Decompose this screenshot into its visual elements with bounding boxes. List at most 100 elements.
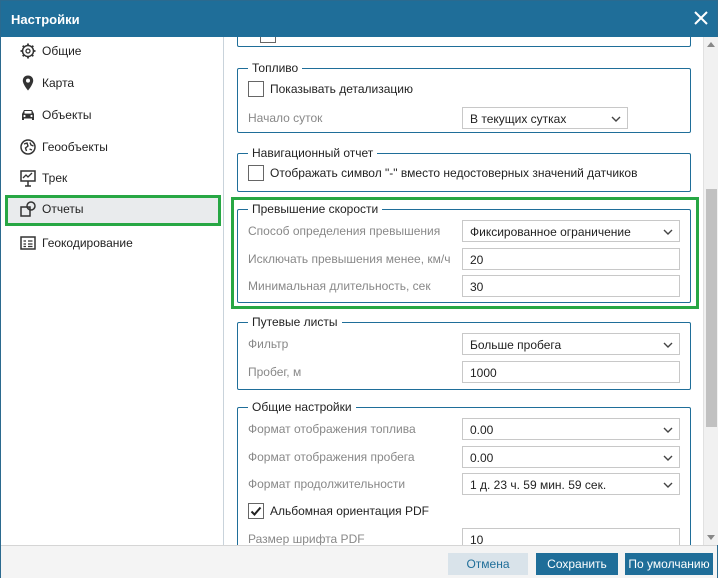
group-fuel: Топливо Показывать детализацию Начало су… — [237, 61, 691, 133]
mileage-input[interactable]: 1000 — [462, 361, 680, 383]
group-navigation-report: Навигационный отчет Отображать символ "-… — [237, 146, 691, 192]
cancel-button[interactable]: Отмена — [448, 553, 528, 575]
sidebar-item-track[interactable]: Трек — [5, 164, 221, 192]
select-value: 1 д. 23 ч. 59 мин. 59 сек. — [470, 478, 607, 492]
group-legend: Топливо — [248, 61, 303, 75]
field-label: Пробег, м — [248, 365, 302, 379]
map-pin-icon — [19, 74, 37, 92]
sidebar-item-label: Объекты — [42, 108, 92, 122]
dialog-footer: Отмена Сохранить По умолчанию — [1, 545, 717, 578]
sidebar-item-label: Трек — [42, 171, 68, 185]
previous-group-partial — [237, 37, 691, 47]
field-label: Минимальная длительность, сек — [248, 279, 431, 293]
field-label: Фильтр — [248, 337, 289, 351]
geo-objects-icon — [19, 138, 37, 156]
chevron-down-icon — [663, 342, 673, 348]
speeding-method-select[interactable]: Фиксированное ограничение — [462, 220, 680, 242]
duration-format-row: Формат продолжительности 1 д. 23 ч. 59 м… — [248, 473, 682, 495]
window-title: Настройки — [11, 12, 80, 27]
checkmark-icon — [250, 506, 262, 516]
scroll-down-icon[interactable] — [707, 535, 715, 540]
field-label: Способ определения превышения — [248, 224, 441, 238]
content-scrollbar[interactable] — [703, 37, 718, 545]
mileage-format-row: Формат отображения пробега 0.00 — [248, 446, 682, 468]
geocoding-icon — [19, 234, 37, 252]
waybill-filter-select[interactable]: Больше пробега — [462, 333, 680, 355]
select-value: Фиксированное ограничение — [470, 225, 631, 239]
input-value: 30 — [470, 280, 484, 294]
chevron-down-icon — [663, 229, 673, 235]
sidebar-item-map[interactable]: Карта — [5, 69, 221, 97]
group-legend: Превышение скорости — [248, 202, 383, 216]
speeding-exclude-row: Исключать превышения менее, км/ч 20 — [248, 248, 682, 270]
field-label: Начало суток — [248, 111, 323, 125]
dash-symbol-checkbox[interactable] — [248, 165, 264, 181]
pdf-font-row: Размер шрифта PDF 10 — [248, 528, 682, 545]
reports-icon — [19, 200, 37, 218]
sidebar-item-objects[interactable]: Объекты — [5, 101, 221, 129]
sidebar-item-reports[interactable]: Отчеты — [5, 195, 221, 226]
sidebar-item-geocoding[interactable]: Геокодирование — [5, 229, 221, 257]
group-speeding: Превышение скорости Способ определения п… — [237, 202, 691, 303]
field-label: Формат продолжительности — [248, 477, 406, 491]
min-duration-input[interactable]: 30 — [462, 275, 680, 297]
field-label: Размер шрифта PDF — [248, 532, 365, 545]
sidebar-item-label: Общие — [42, 44, 82, 58]
mileage-format-select[interactable]: 0.00 — [462, 446, 680, 468]
chevron-down-icon — [663, 427, 673, 433]
exclude-speed-input[interactable]: 20 — [462, 248, 680, 270]
speeding-method-row: Способ определения превышения Фиксирован… — [248, 220, 682, 242]
input-value: 1000 — [470, 366, 497, 380]
speeding-duration-row: Минимальная длительность, сек 30 — [248, 275, 682, 297]
scroll-up-icon[interactable] — [707, 42, 715, 47]
sidebar-item-label: Геокодирование — [42, 236, 133, 250]
select-value: Больше пробега — [470, 338, 562, 352]
waybill-filter-row: Фильтр Больше пробега — [248, 333, 682, 355]
day-start-row: Начало суток В текущих сутках — [248, 107, 682, 129]
car-icon — [19, 106, 37, 124]
select-value: В текущих сутках — [470, 112, 567, 126]
scroll-thumb[interactable] — [706, 189, 717, 427]
group-legend: Путевые листы — [248, 315, 342, 329]
sidebar-item-geoobjects[interactable]: Геообъекты — [5, 133, 221, 161]
fuel-format-row: Формат отображения топлива 0.00 — [248, 418, 682, 440]
reset-default-button[interactable]: По умолчанию — [625, 553, 713, 575]
sidebar-item-label: Геообъекты — [42, 140, 108, 154]
checkbox[interactable] — [260, 37, 276, 43]
settings-window: Настройки Общие Карта Объекты Геообъекты… — [0, 0, 718, 578]
title-bar: Настройки — [1, 1, 717, 37]
select-value: 0.00 — [470, 451, 494, 465]
show-detail-checkbox[interactable] — [248, 81, 264, 97]
group-legend: Общие настройки — [248, 400, 356, 414]
pdf-landscape-checkbox[interactable] — [248, 503, 264, 519]
gear-icon — [19, 42, 37, 60]
chevron-down-icon — [663, 455, 673, 461]
field-label: Исключать превышения менее, км/ч — [248, 252, 451, 266]
track-icon — [19, 169, 37, 187]
close-icon[interactable] — [691, 8, 711, 28]
settings-content: Топливо Показывать детализацию Начало су… — [225, 37, 703, 545]
select-value: 0.00 — [470, 423, 494, 437]
waybill-mileage-row: Пробег, м 1000 — [248, 361, 682, 383]
group-waybills: Путевые листы Фильтр Больше пробега Проб… — [237, 315, 691, 390]
sidebar: Общие Карта Объекты Геообъекты Трек Отче… — [1, 37, 224, 545]
group-legend: Навигационный отчет — [248, 146, 378, 160]
field-label: Формат отображения топлива — [248, 422, 416, 436]
fuel-format-select[interactable]: 0.00 — [462, 418, 680, 440]
checkbox-label: Показывать детализацию — [270, 82, 413, 96]
checkbox-label: Альбомная ориентация PDF — [270, 504, 429, 518]
chevron-down-icon — [663, 482, 673, 488]
sidebar-item-label: Отчеты — [42, 202, 84, 216]
sidebar-item-general[interactable]: Общие — [5, 37, 221, 65]
day-start-select[interactable]: В текущих сутках — [462, 107, 628, 129]
group-general-settings: Общие настройки Формат отображения топли… — [237, 400, 691, 545]
input-value: 20 — [470, 253, 484, 267]
checkbox-label: Отображать символ "-" вместо недостоверн… — [270, 166, 638, 180]
sidebar-item-label: Карта — [42, 76, 75, 90]
field-label: Формат отображения пробега — [248, 450, 415, 464]
pdf-font-size-input[interactable]: 10 — [462, 528, 680, 545]
duration-format-select[interactable]: 1 д. 23 ч. 59 мин. 59 сек. — [462, 473, 680, 495]
chevron-down-icon — [611, 116, 621, 122]
input-value: 10 — [470, 533, 484, 545]
save-button[interactable]: Сохранить — [536, 553, 618, 575]
